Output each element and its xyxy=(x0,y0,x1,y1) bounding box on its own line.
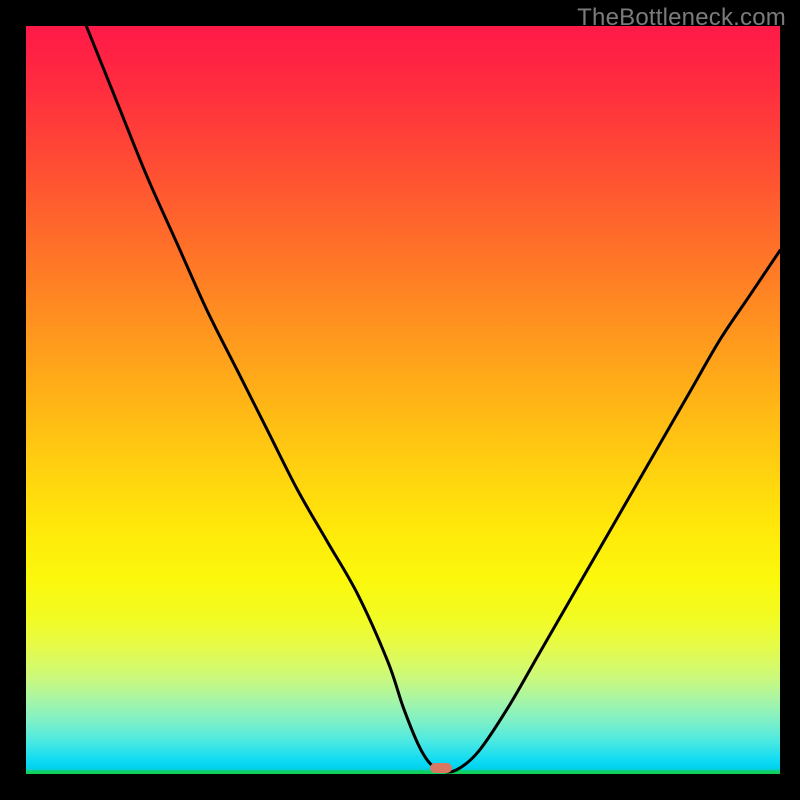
optimal-marker xyxy=(430,763,452,773)
bottleneck-curve xyxy=(86,26,780,772)
chart-frame: TheBottleneck.com xyxy=(0,0,800,800)
curve-svg xyxy=(26,26,780,774)
plot-area xyxy=(26,26,780,774)
watermark-text: TheBottleneck.com xyxy=(577,4,786,32)
